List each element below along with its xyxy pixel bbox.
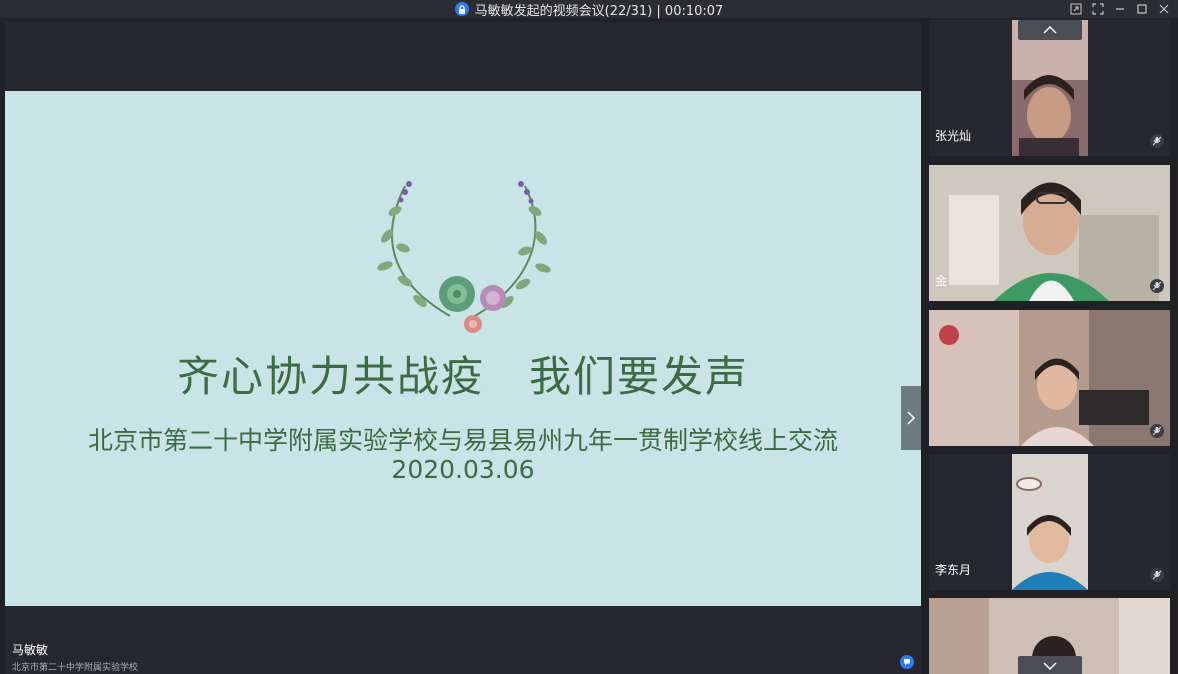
- maximize-icon[interactable]: [1136, 3, 1148, 15]
- presenter-name: 马敏敏: [12, 643, 49, 657]
- chat-icon[interactable]: [900, 655, 914, 669]
- participant-tile[interactable]: 李东月: [929, 454, 1170, 590]
- next-page-button[interactable]: [901, 386, 921, 450]
- scroll-up-button[interactable]: [1018, 20, 1082, 40]
- participant-name: 张光灿: [935, 129, 972, 143]
- window-title: 马敏敏发起的视频会议(22/31) | 00:10:07: [474, 3, 724, 19]
- mic-muted-icon: [1150, 134, 1164, 148]
- participant-video: [929, 165, 1170, 301]
- flower-wreath-illustration: [377, 181, 551, 333]
- video-conference-window: 马敏敏发起的视频会议(22/31) | 00:10:07 齐心协力共战疫 我们要…: [0, 0, 1178, 674]
- slide-date: 2020.03.06: [391, 455, 535, 484]
- main-stage: 齐心协力共战疫 我们要发声 北京市第二十中学附属实验学校与易县易州九年一贯制学校…: [5, 22, 921, 674]
- close-icon[interactable]: [1158, 3, 1170, 15]
- participant-name: 金: [935, 274, 948, 288]
- slide-title: 齐心协力共战疫 我们要发声: [176, 352, 749, 401]
- presenter-organization: 北京市第二十中学附属实验学校: [12, 663, 139, 673]
- mic-muted-icon: [1150, 279, 1164, 293]
- mic-muted-icon: [1150, 568, 1164, 582]
- slide-subtitle: 北京市第二十中学附属实验学校与易县易州九年一贯制学校线上交流: [87, 426, 838, 455]
- mic-muted-icon: [1150, 424, 1164, 438]
- participant-tile[interactable]: [929, 310, 1170, 446]
- title-bar: 马敏敏发起的视频会议(22/31) | 00:10:07: [0, 0, 1178, 19]
- minimize-icon[interactable]: [1114, 3, 1126, 15]
- window-controls: [1070, 0, 1170, 18]
- participant-tile[interactable]: 张光灿: [929, 20, 1170, 156]
- chevron-down-icon: [1043, 662, 1057, 671]
- shared-slide: 齐心协力共战疫 我们要发声 北京市第二十中学附属实验学校与易县易州九年一贯制学校…: [5, 91, 921, 606]
- title-container: 马敏敏发起的视频会议(22/31) | 00:10:07: [0, 0, 1178, 19]
- scroll-down-button[interactable]: [1018, 656, 1082, 674]
- participant-name: 李东月: [935, 563, 972, 577]
- participant-video: [929, 310, 1170, 446]
- fullscreen-icon[interactable]: [1092, 3, 1104, 15]
- participant-panel: 张光灿 金 李东月: [929, 20, 1170, 674]
- lock-icon: [454, 2, 469, 16]
- participant-tile[interactable]: 金: [929, 165, 1170, 301]
- share-screen-icon[interactable]: [1070, 3, 1082, 15]
- chevron-up-icon: [1043, 25, 1057, 34]
- chevron-right-icon: [907, 411, 916, 425]
